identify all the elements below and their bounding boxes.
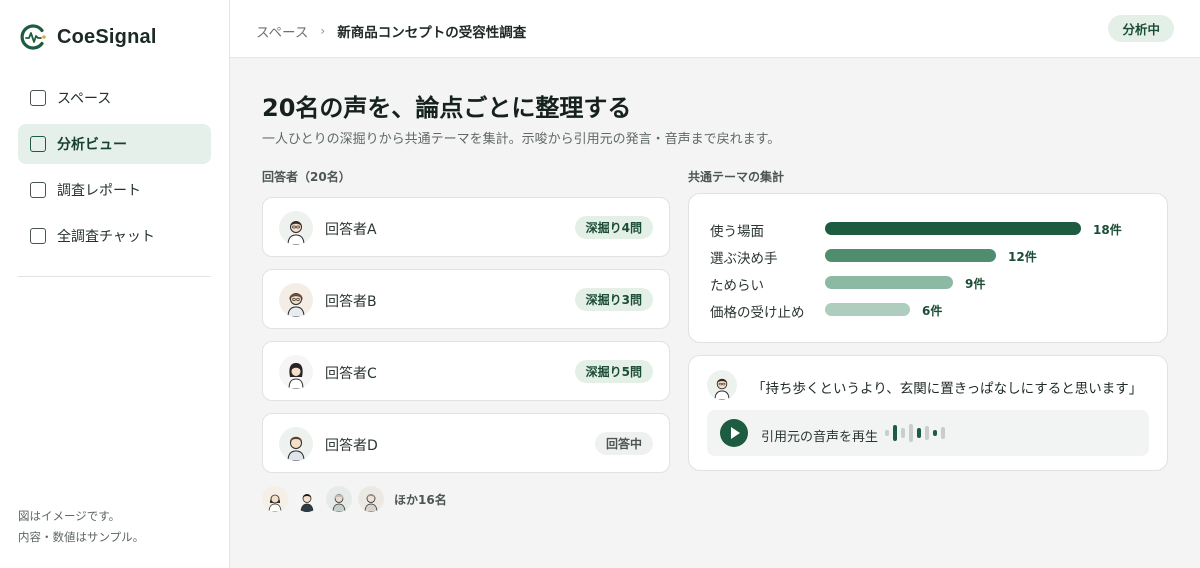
theme-count: 12件	[1008, 250, 1037, 264]
person-icon	[332, 494, 346, 512]
theme-label: 価格の受け止め	[710, 305, 805, 321]
theme-bar	[825, 276, 953, 289]
quote-text: 「持ち歩くというより、玄関に置きっぱなしにすると思います」	[752, 381, 1143, 397]
app-name: CoeSignal	[57, 25, 157, 48]
sidebar-divider	[18, 276, 211, 277]
theme-bar	[825, 222, 1081, 235]
audio-label[interactable]: 引用元の音声を再生	[761, 426, 878, 445]
sidebar-item-reports[interactable]: 調査レポート	[18, 170, 211, 210]
sidebar: CoeSignal スペース 分析ビュー 調査レポート 全調査チャット 図はイメ…	[0, 0, 230, 568]
respondents-heading: 回答者（20名）	[262, 170, 351, 184]
breadcrumb-current: 新商品コンセプトの受容性調査	[337, 25, 527, 41]
avatar	[279, 211, 313, 245]
theme-label: 使う場面	[710, 224, 764, 240]
play-icon[interactable]	[720, 419, 748, 447]
avatar	[326, 486, 352, 512]
respondent-status-badge: 深掘り5問	[574, 360, 653, 383]
respondent-name: 回答者D	[325, 438, 378, 454]
more-respondents[interactable]: ほか16名	[262, 486, 447, 512]
respondent-status-badge: 回答中	[594, 432, 653, 455]
avatar	[279, 427, 313, 461]
person-icon	[364, 494, 378, 512]
respondent-name: 回答者C	[325, 366, 377, 382]
avatar	[262, 486, 288, 512]
waveform-icon	[885, 423, 945, 443]
checkbox-icon	[30, 182, 46, 198]
respondent-card[interactable]: 回答者A 深掘り4問	[262, 197, 670, 257]
top-header: スペース › 新商品コンセプトの受容性調査 分析中	[230, 0, 1200, 58]
person-icon	[288, 363, 304, 389]
sidebar-nav: スペース 分析ビュー 調査レポート 全調査チャット	[18, 78, 211, 262]
breadcrumb: スペース › 新商品コンセプトの受容性調査	[256, 21, 526, 41]
theme-label: 選ぶ決め手	[710, 251, 778, 267]
person-icon	[714, 378, 730, 400]
respondent-status-badge: 深掘り3問	[574, 288, 653, 311]
sidebar-item-spaces[interactable]: スペース	[18, 78, 211, 118]
sidebar-item-analysis-view[interactable]: 分析ビュー	[18, 124, 211, 164]
avatar	[358, 486, 384, 512]
page-title: 20名の声を、論点ごとに整理する	[262, 94, 632, 122]
theme-count: 9件	[965, 277, 986, 291]
checkbox-icon	[30, 228, 46, 244]
status-badge: 分析中	[1108, 15, 1174, 42]
avatar	[279, 355, 313, 389]
sidebar-item-label: 分析ビュー	[57, 137, 127, 153]
theme-row[interactable]: 選ぶ決め手 12件	[710, 245, 1150, 267]
theme-row[interactable]: ためらい 9件	[710, 272, 1150, 294]
more-respondents-label: ほか16名	[394, 492, 447, 507]
theme-count: 6件	[922, 304, 943, 318]
logo-icon	[20, 24, 46, 50]
themes-heading: 共通テーマの集計	[688, 170, 785, 184]
theme-row[interactable]: 価格の受け止め 6件	[710, 299, 1150, 321]
avatar	[279, 283, 313, 317]
theme-label: ためらい	[710, 278, 764, 294]
avatar	[294, 486, 320, 512]
avatar	[707, 370, 737, 400]
person-icon	[287, 221, 305, 245]
theme-count: 18件	[1093, 223, 1122, 237]
theme-row[interactable]: 使う場面 18件	[710, 218, 1150, 240]
respondent-card[interactable]: 回答者C 深掘り5問	[262, 341, 670, 401]
audio-player: 引用元の音声を再生	[707, 410, 1149, 456]
app-logo[interactable]: CoeSignal	[18, 22, 157, 52]
disclaimer-line: 内容・数値はサンプル。	[18, 530, 145, 544]
respondent-card[interactable]: 回答者D 回答中	[262, 413, 670, 473]
chevron-right-icon: ›	[320, 24, 326, 38]
breadcrumb-parent[interactable]: スペース	[256, 21, 308, 41]
theme-bar	[825, 249, 996, 262]
checkbox-icon	[30, 136, 46, 152]
sidebar-item-all-chat[interactable]: 全調査チャット	[18, 216, 211, 256]
themes-card: 使う場面 18件 選ぶ決め手 12件 ためらい 9件 価格の受け止め 6件	[688, 193, 1168, 343]
sidebar-item-label: スペース	[57, 91, 112, 107]
person-icon	[300, 494, 314, 512]
sidebar-disclaimer: 図はイメージです。 内容・数値はサンプル。	[18, 506, 144, 548]
sidebar-item-label: 調査レポート	[57, 183, 141, 199]
quote-card: 「持ち歩くというより、玄関に置きっぱなしにすると思います」 引用元の音声を再生	[688, 355, 1168, 471]
person-icon	[268, 494, 282, 512]
sidebar-item-label: 全調査チャット	[57, 229, 155, 245]
respondent-name: 回答者A	[325, 222, 377, 238]
respondent-name: 回答者B	[325, 294, 377, 310]
checkbox-icon	[30, 90, 46, 106]
theme-bar	[825, 303, 910, 316]
page-subtitle: 一人ひとりの深掘りから共通テーマを集計。示唆から引用元の発言・音声まで戻れます。	[262, 132, 781, 147]
respondent-card[interactable]: 回答者B 深掘り3問	[262, 269, 670, 329]
disclaimer-line: 図はイメージです。	[18, 509, 121, 523]
person-icon	[287, 293, 305, 317]
person-icon	[287, 436, 305, 461]
respondent-status-badge: 深掘り4問	[574, 216, 653, 239]
